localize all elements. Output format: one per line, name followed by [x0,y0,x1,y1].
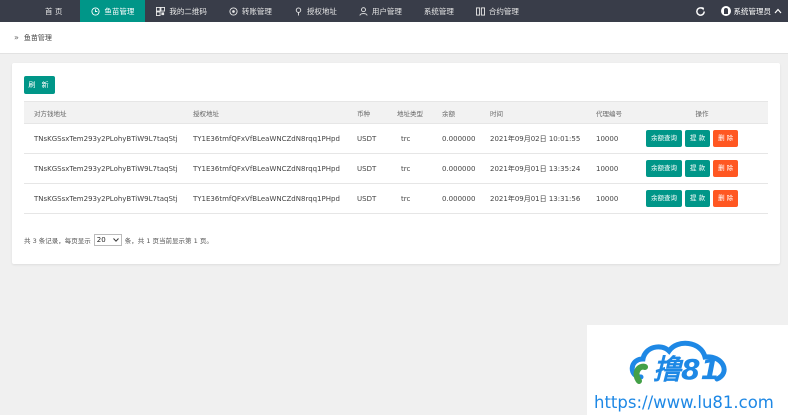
cell-address-type: trc [387,153,432,184]
cell-balance: 0.000000 [432,183,480,214]
nav-label: 合约管理 [488,6,519,16]
balance-query-button[interactable]: 余额查询 [646,190,682,207]
breadcrumb-label: 鱼苗管理 [23,33,52,42]
pagination-suffix: 条，共 1 页当前显示第 1 页。 [124,237,213,245]
cell-owner-address: TNsKGSsxTem293y2PLohyBTiW9L7taqStj [24,153,183,184]
nav-item-my-qrcode[interactable]: 我的二维码 [145,0,218,22]
cell-balance: 0.000000 [432,153,480,184]
cell-currency: USDT [347,153,387,184]
cell-actions: 余额查询提 款删 除 [636,183,768,214]
user-icon [359,6,368,16]
cell-address-type: trc [387,183,432,214]
admin-menu[interactable]: 系统管理员 [720,6,788,17]
nav-label: 系统管理 [423,6,454,16]
clock-icon [91,6,100,16]
pagination: 共 3 条记录，每页显示 20 条，共 1 页当前显示第 1 页。 [24,234,213,246]
nav-label: 转账管理 [241,6,272,16]
refresh-button[interactable]: 刷 新 [24,76,55,94]
nav-label: 鱼苗管理 [104,6,135,16]
nav-item-fish-management[interactable]: 鱼苗管理 [80,0,146,22]
cell-actions: 余额查询提 款删 除 [636,123,768,154]
content-card: 刷 新 对方钱地址 授权地址 币种 地址类型 余额 时间 代理编号 操作 TNs… [12,63,780,264]
cell-auth-address: TY1E36tmfQFxVfBLeaWNCZdN8rqq1PHpd [183,183,347,214]
admin-name: 系统管理员 [733,6,772,16]
withdraw-button[interactable]: 提 款 [685,160,711,177]
col-address-type: 地址类型 [387,101,432,124]
balance-query-button[interactable]: 余额查询 [646,130,682,147]
nav-home[interactable]: 首 页 [0,0,80,22]
nav-item-user-management[interactable]: 用户管理 [348,0,413,22]
refresh-button-label: 刷 新 [28,81,51,89]
pagination-prefix: 共 3 条记录，每页显示 [24,237,91,245]
fish-table: 对方钱地址 授权地址 币种 地址类型 余额 时间 代理编号 操作 TNsKGSs… [24,101,768,214]
cell-auth-address: TY1E36tmfQFxVfBLeaWNCZdN8rqq1PHpd [183,153,347,184]
col-auth-address: 授权地址 [183,101,347,124]
table-row: TNsKGSsxTem293y2PLohyBTiW9L7taqStj TY1E3… [24,153,768,184]
cell-currency: USDT [347,123,387,154]
cell-balance: 0.000000 [432,123,480,154]
watermark-url: https://www.lu81.com [594,393,774,412]
withdraw-button[interactable]: 提 款 [685,190,711,207]
nav-item-transfer-management[interactable]: 转账管理 [218,0,283,22]
chevron-up-icon [774,7,782,16]
avatar-icon [720,6,731,16]
nav-label: 我的二维码 [169,6,207,16]
double-chevron-right-icon: » [14,33,19,42]
qrcode-icon [156,6,166,16]
cell-time: 2021年09月01日 13:31:56 [480,183,586,214]
cell-agent-id: 10000 [586,183,636,214]
delete-button[interactable]: 删 除 [713,130,739,147]
delete-button[interactable]: 删 除 [713,190,739,207]
chevron-down-icon [112,236,119,244]
cell-agent-id: 10000 [586,153,636,184]
transfer-icon [229,6,238,16]
col-time: 时间 [480,101,586,124]
cell-agent-id: 10000 [586,123,636,154]
table-row: TNsKGSsxTem293y2PLohyBTiW9L7taqStj TY1E3… [24,123,768,154]
table-row: TNsKGSsxTem293y2PLohyBTiW9L7taqStj TY1E3… [24,183,768,214]
col-currency: 币种 [347,101,387,124]
cell-currency: USDT [347,183,387,214]
balance-query-button[interactable]: 余额查询 [646,160,682,177]
cell-address-type: trc [387,123,432,154]
nav-item-authorized-address[interactable]: 授权地址 [283,0,348,22]
table-header-row: 对方钱地址 授权地址 币种 地址类型 余额 时间 代理编号 操作 [24,101,768,124]
nav-item-contract-management[interactable]: 合约管理 [465,0,530,22]
nav-home-label: 首 页 [45,6,63,16]
nav-item-system-management[interactable]: 系统管理 [413,0,465,22]
col-owner-address: 对方钱地址 [24,101,183,124]
breadcrumb: » 鱼苗管理 [0,22,788,54]
lu81-logo: 撸81 [629,340,727,386]
top-nav: 首 页 鱼苗管理 我的二维码 转账管理 授权地址 用户管理 系统管理 合约管理 … [0,0,788,22]
nav-label: 授权地址 [306,6,337,16]
nav-label: 用户管理 [371,6,402,16]
columns-icon [475,6,485,16]
nav-right: 系统管理员 [695,0,788,22]
cell-owner-address: TNsKGSsxTem293y2PLohyBTiW9L7taqStj [24,123,183,154]
delete-button[interactable]: 删 除 [713,160,739,177]
cell-owner-address: TNsKGSsxTem293y2PLohyBTiW9L7taqStj [24,183,183,214]
refresh-icon[interactable] [695,5,707,17]
page-size-value: 20 [96,236,106,244]
col-balance: 余额 [432,101,480,124]
cell-actions: 余额查询提 款删 除 [636,153,768,184]
page-size-select[interactable]: 20 [93,234,122,246]
cell-auth-address: TY1E36tmfQFxVfBLeaWNCZdN8rqq1PHpd [183,123,347,154]
svg-text:撸81: 撸81 [653,353,720,386]
cell-time: 2021年09月02日 10:01:55 [480,123,586,154]
col-actions: 操作 [636,101,768,124]
withdraw-button[interactable]: 提 款 [685,130,711,147]
location-icon [294,6,303,16]
cell-time: 2021年09月01日 13:35:24 [480,153,586,184]
col-agent-id: 代理编号 [586,101,636,124]
watermark: 撸81 https://www.lu81.com [587,325,788,415]
